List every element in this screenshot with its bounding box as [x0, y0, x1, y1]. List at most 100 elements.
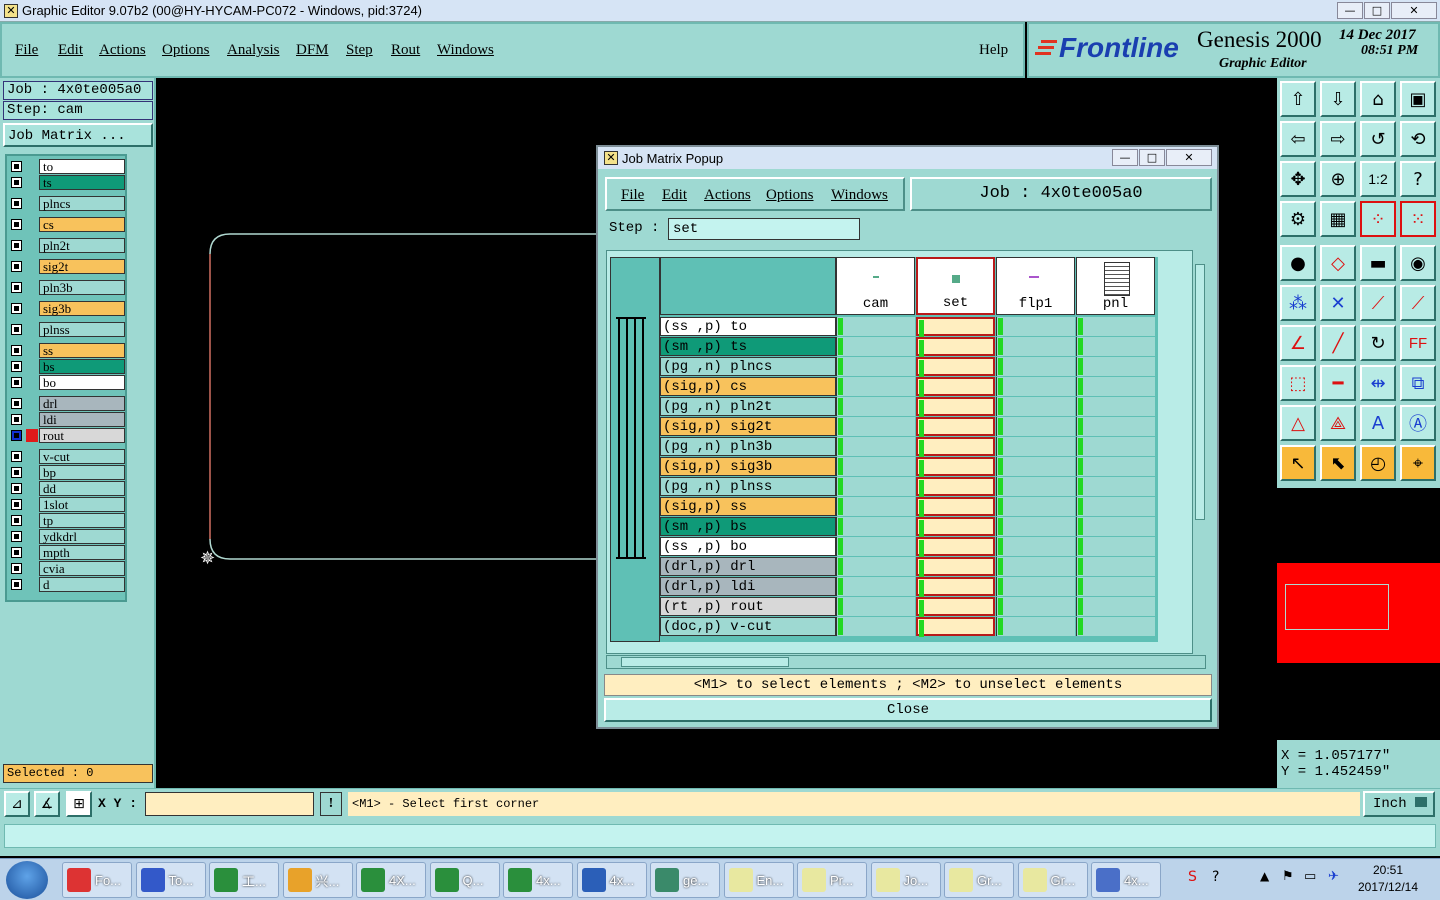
dot-icon[interactable]: ◉	[1400, 245, 1436, 281]
matrix-cell[interactable]	[836, 537, 915, 556]
popup-close-action-button[interactable]: Close	[604, 698, 1212, 722]
matrix-row[interactable]: (drl,p) ldi	[610, 577, 1158, 597]
matrix-cell[interactable]	[1076, 377, 1155, 396]
layer-checkbox[interactable]	[11, 414, 22, 425]
taskbar-item[interactable]: Pr...	[797, 862, 867, 898]
help-tray-icon[interactable]: ?	[1212, 869, 1219, 885]
overview-map[interactable]	[1277, 488, 1440, 740]
layer-row[interactable]: bo	[7, 375, 125, 390]
minimize-button[interactable]: —	[1337, 2, 1363, 19]
taskbar-item[interactable]: 4x...	[1091, 862, 1161, 898]
layer-checkbox[interactable]	[11, 240, 22, 251]
matrix-cell[interactable]	[916, 397, 995, 417]
layer-name[interactable]: cvia	[39, 561, 125, 576]
taskbar-item[interactable]: Gr...	[944, 862, 1014, 898]
layer-name[interactable]: dd	[39, 481, 125, 496]
distance-icon[interactable]: ⇹	[1360, 365, 1396, 401]
matrix-cell[interactable]	[916, 617, 995, 637]
matrix-cell[interactable]	[996, 337, 1075, 356]
layer-checkbox[interactable]	[11, 499, 22, 510]
alert-button[interactable]: !	[320, 792, 342, 816]
matrix-layer-label[interactable]: (drl,p) drl	[660, 557, 836, 576]
matrix-row[interactable]: (pg ,n) pln3b	[610, 437, 1158, 457]
layer-row[interactable]: cs	[7, 217, 125, 232]
popup-close-button[interactable]: ✕	[1166, 149, 1212, 166]
taskbar-item[interactable]: 兴...	[282, 862, 353, 898]
matrix-layer-label[interactable]: (sig,p) cs	[660, 377, 836, 396]
layer-name[interactable]: ts	[39, 175, 125, 190]
matrix-cell[interactable]	[836, 517, 915, 536]
layer-row[interactable]: ts	[7, 175, 125, 190]
angle-snap-icon[interactable]: ∡	[34, 791, 60, 817]
layer-checkbox[interactable]	[11, 303, 22, 314]
matrix-cell[interactable]	[836, 597, 915, 616]
matrix-cell[interactable]	[916, 477, 995, 497]
matrix-row[interactable]: (drl,p) drl	[610, 557, 1158, 577]
layer-row[interactable]: ldi	[7, 412, 125, 427]
matrix-row[interactable]: (sig,p) ss	[610, 497, 1158, 517]
pointer-box-icon[interactable]: ⬉	[1320, 445, 1356, 481]
matrix-vertical-scrollbar[interactable]	[1192, 250, 1207, 654]
layer-row[interactable]: pln2t	[7, 238, 125, 253]
menu-step[interactable]: Step	[346, 42, 373, 58]
layer-checkbox[interactable]	[11, 563, 22, 574]
taskbar-item[interactable]: 工...	[209, 862, 279, 898]
layer-name[interactable]: cs	[39, 217, 125, 232]
select-shape-icon[interactable]: ◇	[1320, 245, 1356, 281]
layer-row[interactable]: bs	[7, 359, 125, 374]
popup-minimize-button[interactable]: —	[1112, 149, 1138, 166]
matrix-cell[interactable]	[996, 517, 1075, 536]
layer-row[interactable]: to	[7, 159, 125, 174]
snap-center-icon[interactable]: ⁙	[1400, 201, 1436, 237]
arc-icon[interactable]: ↻	[1360, 325, 1396, 361]
layer-name[interactable]: 1slot	[39, 497, 125, 512]
connect-nodes-icon[interactable]: ⁂	[1280, 285, 1316, 321]
matrix-cell[interactable]	[996, 357, 1075, 376]
matrix-cell[interactable]	[836, 337, 915, 356]
layer-checkbox[interactable]	[11, 515, 22, 526]
matrix-cell[interactable]	[996, 577, 1075, 596]
matrix-row[interactable]: (pg ,n) plncs	[610, 357, 1158, 377]
layer-checkbox[interactable]	[11, 324, 22, 335]
zoom-box-icon[interactable]: ⊿	[4, 791, 30, 817]
matrix-cell[interactable]	[836, 377, 915, 396]
matrix-cell[interactable]	[836, 477, 915, 496]
menu-analysis[interactable]: Analysis	[227, 42, 280, 58]
input-method-icon[interactable]: S	[1188, 869, 1197, 885]
matrix-cell[interactable]	[836, 317, 915, 336]
scale-one-to-two-icon[interactable]: 1:2	[1360, 161, 1396, 197]
overview-viewport[interactable]	[1285, 584, 1389, 630]
popup-menu-actions[interactable]: Actions	[704, 187, 751, 204]
matrix-cell[interactable]	[916, 357, 995, 377]
matrix-layer-label[interactable]: (sig,p) sig2t	[660, 417, 836, 436]
matrix-cell[interactable]	[916, 317, 995, 337]
units-select[interactable]: Inch	[1363, 791, 1435, 817]
tray-expand-icon[interactable]: ▲	[1260, 869, 1269, 883]
matrix-cell[interactable]	[996, 537, 1075, 556]
layer-row[interactable]: dd	[7, 481, 125, 496]
matrix-cell[interactable]	[1076, 557, 1155, 576]
matrix-cell[interactable]	[916, 537, 995, 557]
layer-row[interactable]: d	[7, 577, 125, 592]
matrix-cell[interactable]	[916, 457, 995, 477]
measure-icon[interactable]: ⚙	[1280, 201, 1316, 237]
zoom-home-icon[interactable]: ⇧	[1280, 81, 1316, 117]
select-pad-icon[interactable]: ●	[1280, 245, 1316, 281]
matrix-cell[interactable]	[1076, 617, 1155, 636]
menu-edit[interactable]: Edit	[58, 42, 83, 58]
snap-icon[interactable]: ⁘	[1360, 201, 1396, 237]
popup-menu-file[interactable]: File	[621, 187, 644, 204]
layer-checkbox[interactable]	[11, 483, 22, 494]
step-input[interactable]: set	[668, 218, 860, 240]
menu-windows[interactable]: Windows	[437, 42, 494, 58]
layer-name[interactable]: bs	[39, 359, 125, 374]
taskbar-item[interactable]: To...	[135, 862, 206, 898]
matrix-cell[interactable]	[1076, 317, 1155, 336]
triangle-angle-icon[interactable]: Ⓐ	[1400, 405, 1436, 441]
matrix-cell[interactable]	[916, 437, 995, 457]
matrix-cell[interactable]	[1076, 457, 1155, 476]
layer-row[interactable]: v-cut	[7, 449, 125, 464]
layer-checkbox[interactable]	[11, 361, 22, 372]
layer-row[interactable]: bp	[7, 465, 125, 480]
matrix-horizontal-scrollbar[interactable]	[606, 655, 1206, 669]
